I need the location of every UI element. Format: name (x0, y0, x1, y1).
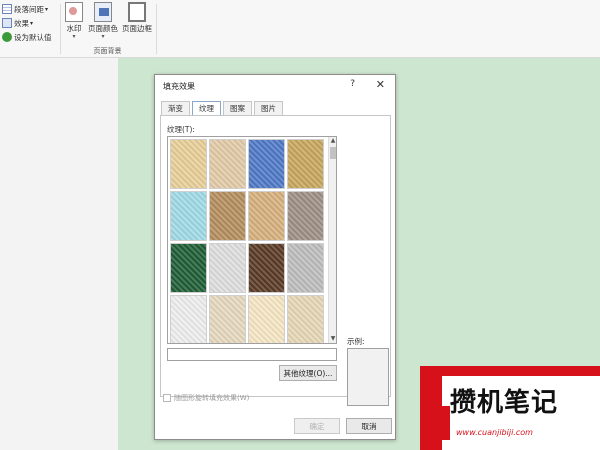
scroll-up-icon[interactable]: ▲ (329, 137, 336, 145)
texture-tile[interactable] (287, 243, 324, 293)
texture-tile[interactable] (209, 243, 246, 293)
texture-grid (170, 139, 324, 343)
page-border-label: 页面边框 (122, 24, 152, 33)
page-color-icon (94, 2, 112, 22)
tab-texture[interactable]: 纹理 (192, 101, 221, 116)
texture-tile[interactable] (209, 139, 246, 189)
scroll-thumb[interactable] (330, 147, 336, 159)
texture-tile[interactable] (170, 243, 207, 293)
tab-gradient[interactable]: 渐变 (161, 101, 190, 115)
chevron-down-icon: ▾ (101, 33, 105, 40)
effects-icon (2, 18, 12, 28)
chevron-down-icon: ▾ (30, 19, 34, 27)
watermark-icon (65, 2, 83, 22)
set-default-label: 设为默认值 (14, 32, 52, 42)
watermark-button[interactable]: 水印 ▾ (64, 2, 84, 40)
rotate-checkbox[interactable] (163, 394, 171, 402)
rotate-label: 随图形旋转填充效果(W) (174, 394, 250, 402)
texture-tile[interactable] (287, 191, 324, 241)
site-watermark: 攒机笔记 www.cuanjibiji.com (420, 366, 600, 450)
watermark-url: www.cuanjibiji.com (456, 428, 533, 437)
tab-picture[interactable]: 图片 (254, 101, 283, 115)
cancel-button[interactable]: 取消 (346, 418, 392, 434)
texture-tile[interactable] (170, 139, 207, 189)
paragraph-spacing-label: 段落间距 (14, 4, 44, 14)
help-icon[interactable]: ? (350, 79, 355, 89)
paragraph-spacing-icon (2, 4, 12, 14)
watermark-text: 攒机笔记 (450, 388, 559, 418)
paragraph-spacing-button[interactable]: 段落间距 ▾ (2, 2, 58, 16)
ribbon-left-group: 段落间距 ▾ 效果 ▾ 设为默认值 (2, 2, 58, 44)
preview-box (347, 348, 389, 406)
texture-tile[interactable] (248, 243, 285, 293)
ribbon-separator (156, 4, 157, 54)
texture-tile[interactable] (170, 191, 207, 241)
set-default-button[interactable]: 设为默认值 (2, 30, 58, 44)
watermark-logo-mark (440, 406, 450, 440)
texture-tile[interactable] (170, 295, 207, 343)
tab-pattern[interactable]: 图案 (223, 101, 252, 115)
texture-tile[interactable] (248, 295, 285, 343)
texture-tile[interactable] (248, 139, 285, 189)
fill-effects-dialog: 填充效果 ? ✕ 渐变 纹理 图案 图片 纹理(T): ▲ ▼ 其他纹理(O).… (154, 74, 396, 440)
dialog-tabs: 渐变 纹理 图案 图片 (161, 101, 285, 116)
effects-button[interactable]: 效果 ▾ (2, 16, 58, 30)
dialog-title: 填充效果 (163, 82, 195, 91)
texture-tile[interactable] (248, 191, 285, 241)
ok-button[interactable]: 确定 (294, 418, 340, 434)
texture-tile[interactable] (287, 139, 324, 189)
more-textures-button[interactable]: 其他纹理(O)... (279, 365, 337, 381)
page-border-icon (128, 2, 146, 22)
chevron-down-icon: ▾ (72, 33, 76, 40)
close-icon[interactable]: ✕ (376, 78, 385, 91)
chevron-down-icon: ▾ (45, 5, 49, 13)
texture-tile[interactable] (209, 295, 246, 343)
texture-scrollbar[interactable]: ▲ ▼ (328, 137, 336, 343)
texture-tile[interactable] (287, 295, 324, 343)
page-color-button[interactable]: 页面颜色 ▾ (86, 2, 120, 40)
texture-name-field[interactable] (167, 348, 337, 361)
scroll-down-icon[interactable]: ▼ (329, 335, 336, 343)
ribbon: 段落间距 ▾ 效果 ▾ 设为默认值 水印 ▾ 页面颜色 ▾ 页面边框 页面背景 (0, 0, 600, 58)
page-border-button[interactable]: 页面边框 (120, 2, 154, 34)
set-default-icon (2, 32, 12, 42)
page-background-group-label: 页面背景 (93, 47, 122, 55)
preview-label: 示例: (347, 337, 365, 346)
texture-tile[interactable] (209, 191, 246, 241)
effects-label: 效果 (14, 18, 29, 28)
texture-tab-panel: 纹理(T): ▲ ▼ 其他纹理(O)... 示例: (160, 115, 391, 406)
texture-label: 纹理(T): (167, 125, 195, 134)
texture-gallery: ▲ ▼ (167, 136, 337, 344)
rotate-with-shape-row[interactable]: 随图形旋转填充效果(W) (163, 393, 249, 403)
